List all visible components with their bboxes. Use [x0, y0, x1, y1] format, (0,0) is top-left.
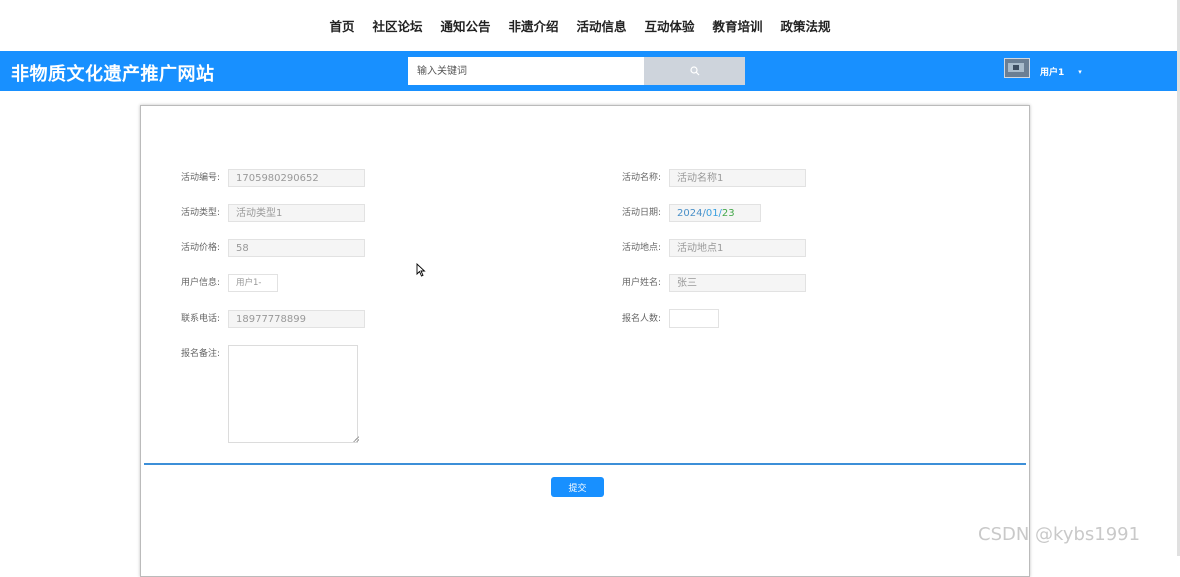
activity-price-label: 活动价格:	[181, 243, 221, 253]
form-divider	[144, 463, 1026, 465]
top-nav: 首页 社区论坛 通知公告 非遗介绍 活动信息 互动体验 教育培训 政策法规	[0, 0, 1180, 50]
submit-button[interactable]: 提交	[551, 477, 604, 497]
user-realname-field[interactable]: 张三	[669, 274, 806, 292]
header-bar: 非物质文化遗产推广网站 用户1 ▾	[0, 51, 1180, 91]
search-button[interactable]	[644, 57, 745, 85]
date-year: 2024/	[677, 208, 706, 219]
phone-field[interactable]: 18977778899	[228, 310, 365, 328]
resize-grip-icon[interactable]	[353, 436, 359, 442]
activity-location-field[interactable]: 活动地点1	[669, 239, 806, 257]
signup-count-input[interactable]	[669, 309, 719, 328]
phone-label: 联系电话:	[181, 314, 221, 324]
signup-form-panel: 活动编号: 1705980290652 活动名称: 活动名称1 活动类型: 活动…	[140, 105, 1030, 577]
activity-location-label: 活动地点:	[622, 243, 662, 253]
activity-date-field[interactable]: 2024/01/23	[669, 204, 761, 222]
search-icon	[689, 66, 699, 76]
nav-activity-info[interactable]: 活动信息	[577, 16, 627, 35]
activity-price-field[interactable]: 58	[228, 239, 365, 257]
user-menu[interactable]: 用户1 ▾	[1004, 57, 1082, 78]
activity-date-label: 活动日期:	[622, 208, 662, 218]
mouse-cursor-icon	[416, 263, 426, 277]
nav-heritage-intro[interactable]: 非遗介绍	[508, 16, 558, 35]
activity-name-field[interactable]: 活动名称1	[669, 169, 806, 187]
avatar	[1004, 57, 1030, 78]
date-month: 01/	[705, 208, 722, 219]
chevron-down-icon: ▾	[1078, 67, 1082, 76]
nav-notice[interactable]: 通知公告	[440, 16, 490, 35]
user-info-select[interactable]: 用户1-	[228, 274, 278, 292]
signup-count-label: 报名人数:	[622, 314, 662, 324]
remark-textarea[interactable]	[228, 345, 358, 443]
remark-label: 报名备注:	[181, 349, 221, 359]
user-info-label: 用户信息:	[181, 278, 221, 288]
user-realname-label: 用户姓名:	[622, 278, 662, 288]
search-input[interactable]	[408, 57, 644, 85]
date-day: 23	[721, 208, 735, 219]
csdn-watermark: CSDN @kybs1991	[978, 524, 1141, 545]
site-title: 非物质文化遗产推广网站	[11, 64, 215, 85]
nav-policy[interactable]: 政策法规	[781, 16, 831, 35]
activity-type-label: 活动类型:	[181, 208, 221, 218]
nav-interactive[interactable]: 互动体验	[645, 16, 695, 35]
activity-no-field[interactable]: 1705980290652	[228, 169, 365, 187]
activity-name-label: 活动名称:	[622, 173, 662, 183]
nav-forum[interactable]: 社区论坛	[372, 16, 422, 35]
nav-home[interactable]: 首页	[329, 16, 354, 35]
user-name: 用户1	[1040, 68, 1065, 78]
nav-education[interactable]: 教育培训	[713, 16, 763, 35]
activity-no-label: 活动编号:	[181, 173, 221, 183]
activity-type-field[interactable]: 活动类型1	[228, 204, 365, 222]
